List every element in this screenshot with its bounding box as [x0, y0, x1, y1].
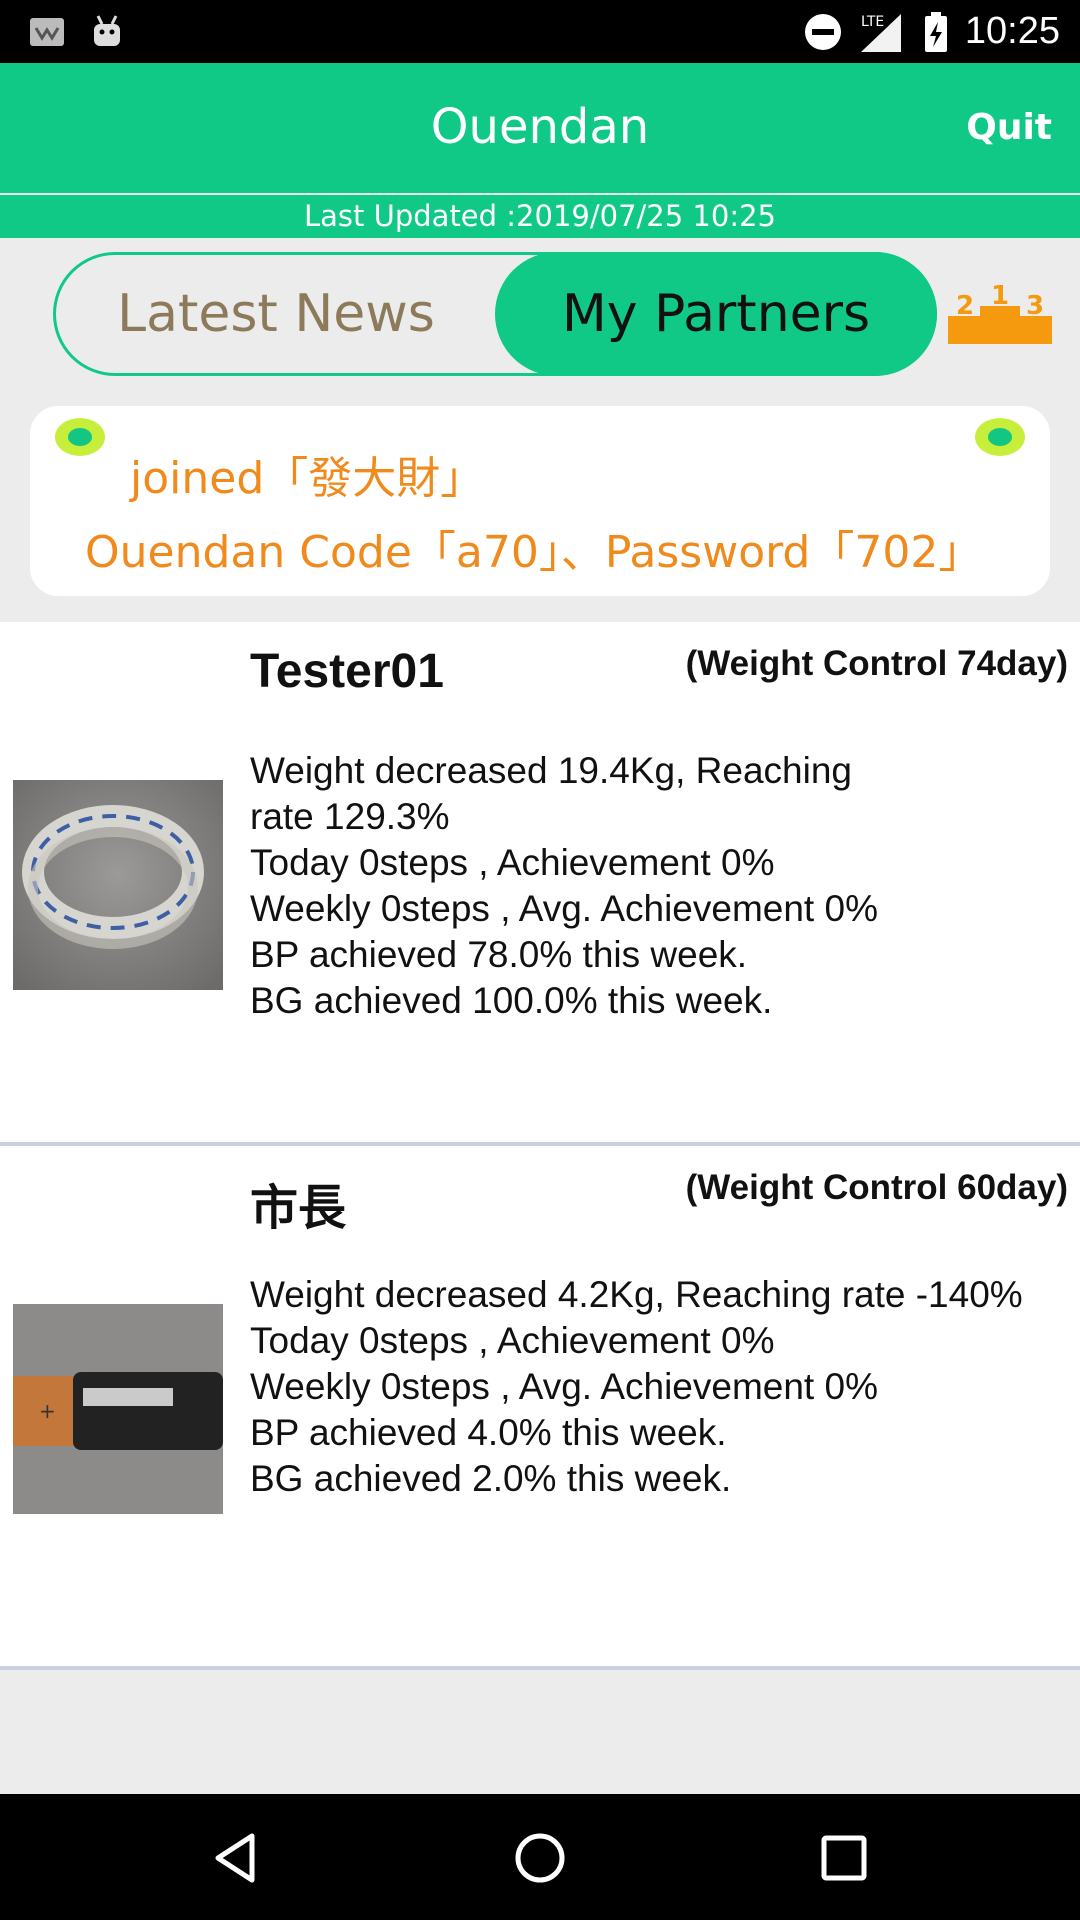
partner-plan: (Weight Control 74day): [685, 644, 1068, 683]
svg-text:+: +: [39, 1399, 56, 1423]
status-bar: LTE 10:25: [0, 0, 1080, 63]
pin-dot-icon: [975, 418, 1025, 456]
notification-app-icon: [30, 18, 64, 46]
lte-signal-icon: LTE: [860, 13, 901, 52]
notice-code-text: Ouendan Code「a70」、Password「702」: [85, 527, 983, 578]
battery-charging-icon: [924, 11, 947, 52]
stat-weekly-steps: Weekly 0steps , Avg. Achievement 0%: [250, 888, 878, 929]
do-not-disturb-icon: [804, 13, 841, 50]
partner-card[interactable]: 市長 (Weight Control 60day) + Weight decre…: [0, 1146, 1080, 1670]
partner-photo[interactable]: [13, 780, 223, 990]
partner-stats: Weight decreased 4.2Kg, Reaching rate -1…: [250, 1272, 1050, 1502]
tab-switcher: Latest News My Partners: [53, 252, 937, 376]
clock: 10:25: [964, 10, 1060, 52]
podium-number-3: 3: [1026, 291, 1044, 321]
stat-weight-line1: Weight decreased 4.2Kg, Reaching rate -1…: [250, 1274, 1023, 1315]
stat-weight-line2: rate 129.3%: [250, 796, 450, 837]
partner-plan: (Weight Control 60day): [685, 1168, 1068, 1207]
notice-joined-text: joined「發大財」: [130, 453, 485, 504]
partner-photo[interactable]: +: [13, 1304, 223, 1514]
system-nav-bar: [0, 1794, 1080, 1920]
home-icon[interactable]: [512, 1830, 568, 1886]
podium-number-2: 2: [956, 291, 974, 321]
svg-text:LTE: LTE: [861, 14, 884, 30]
pin-dot-icon: [55, 418, 105, 456]
partner-card[interactable]: Tester01 (Weight Control 74day) Weight d…: [0, 622, 1080, 1146]
stat-bp: BP achieved 4.0% this week.: [250, 1412, 727, 1453]
stat-weight-line1: Weight decreased 19.4Kg, Reaching: [250, 750, 852, 791]
stat-today-steps: Today 0steps , Achievement 0%: [250, 842, 775, 883]
stat-bp: BP achieved 78.0% this week.: [250, 934, 748, 975]
recents-icon[interactable]: [816, 1830, 872, 1886]
tab-latest-news[interactable]: Latest News: [56, 255, 496, 373]
ranking-podium-icon[interactable]: 2 1 3: [946, 282, 1054, 346]
partner-list: Tester01 (Weight Control 74day) Weight d…: [0, 622, 1080, 1672]
app-title: Ouendan: [430, 99, 650, 155]
group-notice-card: joined「發大財」 Ouendan Code「a70」、Password「7…: [30, 406, 1050, 596]
partner-name: 市長: [250, 1182, 347, 1235]
back-icon[interactable]: [208, 1830, 264, 1886]
partner-stats: Weight decreased 19.4Kg, Reaching rate 1…: [250, 748, 1050, 1024]
last-updated-label: Last Updated :2019/07/25 10:25: [0, 195, 1080, 238]
android-debug-icon: [94, 15, 120, 46]
partner-name: Tester01: [250, 645, 444, 698]
stat-bg: BG achieved 100.0% this week.: [250, 980, 773, 1021]
stat-weekly-steps: Weekly 0steps , Avg. Achievement 0%: [250, 1366, 878, 1407]
tab-my-partners[interactable]: My Partners: [495, 252, 937, 376]
quit-button[interactable]: Quit: [966, 107, 1052, 148]
app-bar: Ouendan Quit: [0, 63, 1080, 193]
stat-bg: BG achieved 2.0% this week.: [250, 1458, 732, 1499]
podium-number-1: 1: [991, 282, 1009, 311]
stat-today-steps: Today 0steps , Achievement 0%: [250, 1320, 775, 1361]
